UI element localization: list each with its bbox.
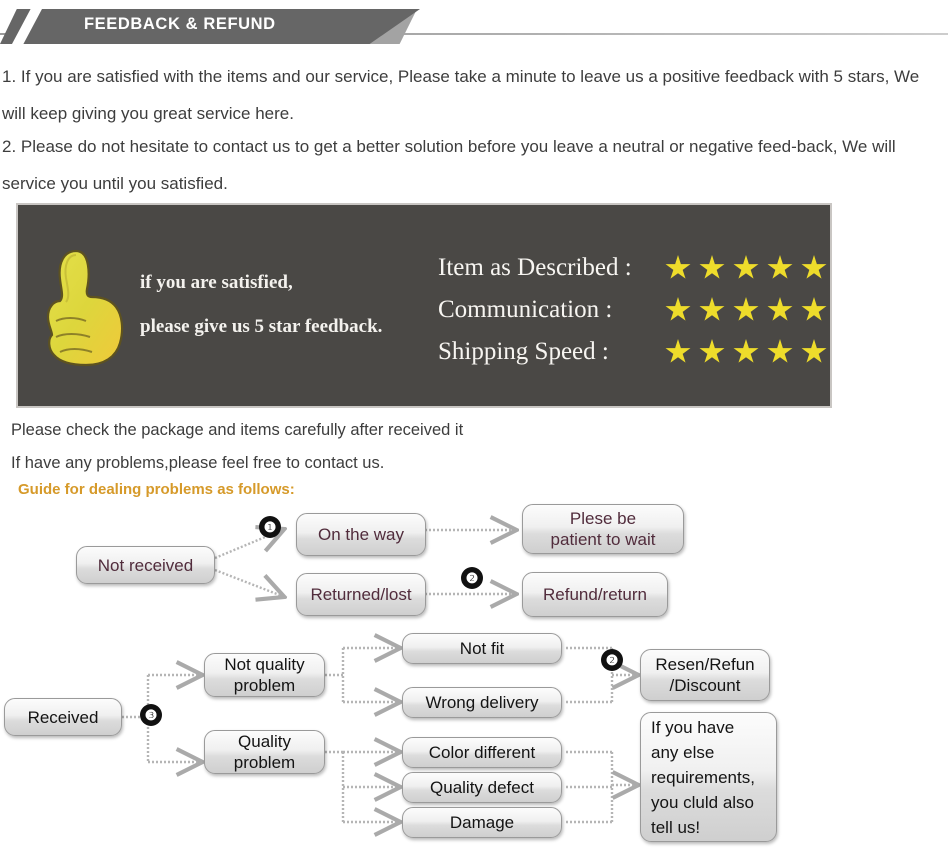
node-label: Not received (97, 555, 194, 575)
node-label: Refund/return (543, 585, 647, 604)
node-quality-defect[interactable]: Quality defect (402, 772, 562, 803)
star-icon (801, 255, 827, 279)
star-icon (767, 339, 793, 363)
star-icon (767, 255, 793, 279)
node-label: Color different (428, 743, 536, 762)
node-label: On the way (318, 525, 404, 544)
banner-caption-line-2: please give us 5 star feedback. (140, 316, 383, 337)
node-label: Not quality problem (224, 655, 305, 695)
node-color-different[interactable]: Color different (402, 737, 562, 768)
rating-row: Shipping Speed : (438, 331, 827, 373)
star-icon (699, 255, 725, 279)
node-wrong-delivery[interactable]: Wrong delivery (402, 687, 562, 718)
node-received[interactable]: Received (4, 698, 122, 736)
thumbs-up-icon (46, 249, 124, 367)
star-icon (801, 297, 827, 321)
rating-row: Item as Described : (438, 247, 827, 289)
star-icon (699, 297, 725, 321)
node-damage[interactable]: Damage (402, 807, 562, 838)
node-please-be-patient[interactable]: Plese be patient to wait (522, 504, 684, 554)
star-icon (699, 339, 725, 363)
star-icon (665, 297, 691, 321)
node-on-the-way[interactable]: On the way (296, 513, 426, 556)
node-label: Not fit (459, 639, 505, 658)
banner-caption-line-1: if you are satisfied, (140, 272, 293, 293)
rating-rows: Item as Described : Communication : Ship… (438, 247, 827, 373)
node-not-fit[interactable]: Not fit (402, 633, 562, 664)
step-badge-3: ❸ (140, 704, 162, 726)
star-icon (801, 339, 827, 363)
star-group (665, 297, 827, 323)
rating-row: Communication : (438, 289, 827, 331)
node-label: If you have any else requirements, you c… (651, 717, 755, 837)
node-label: Wrong delivery (425, 693, 539, 712)
star-group (665, 255, 827, 281)
step-badge-2-bottom: ❷ (601, 649, 623, 671)
star-icon (665, 255, 691, 279)
intro-paragraph-1: 1. If you are satisfied with the items a… (2, 67, 920, 123)
step-badge-2-top: ❷ (461, 567, 483, 589)
star-icon (733, 255, 759, 279)
intro-paragraph-2: 2. Please do not hesitate to contact us … (2, 137, 896, 193)
feedback-rating-banner: if you are satisfied, please give us 5 s… (16, 203, 832, 408)
rating-label: Item as Described : (438, 254, 632, 281)
banner-caption: if you are satisfied, please give us 5 s… (140, 261, 382, 349)
page-header: FEEDBACK & REFUND (0, 0, 948, 48)
node-quality-problem[interactable]: Quality problem (204, 730, 325, 774)
step-badge-1: ❶ (259, 516, 281, 538)
node-not-received[interactable]: Not received (76, 546, 215, 584)
guide-heading: Guide for dealing problems as follows: (18, 481, 295, 498)
node-refund-return[interactable]: Refund/return (522, 572, 668, 617)
node-any-else-requirements[interactable]: If you have any else requirements, you c… (640, 712, 777, 842)
node-label: Resen/Refun /Discount (655, 655, 755, 695)
node-label: Damage (449, 813, 515, 832)
note-check-package: Please check the package and items caref… (11, 421, 464, 439)
node-not-quality-problem[interactable]: Not quality problem (204, 653, 325, 697)
star-icon (767, 297, 793, 321)
node-resend-refund-discount[interactable]: Resen/Refun /Discount (640, 649, 770, 701)
page-title: FEEDBACK & REFUND (84, 15, 276, 33)
rating-label: Communication : (438, 296, 613, 323)
node-label: Quality defect (430, 778, 534, 797)
node-label: Plese be patient to wait (550, 509, 656, 549)
node-label: Quality problem (233, 732, 296, 772)
rating-label: Shipping Speed : (438, 338, 609, 365)
node-label: Returned/lost (310, 585, 412, 604)
node-label: Received (27, 707, 99, 727)
star-icon (665, 339, 691, 363)
star-group (665, 339, 827, 365)
star-icon (733, 339, 759, 363)
node-returned-lost[interactable]: Returned/lost (296, 573, 426, 616)
star-icon (733, 297, 759, 321)
note-contact-us: If have any problems,please feel free to… (11, 454, 385, 472)
